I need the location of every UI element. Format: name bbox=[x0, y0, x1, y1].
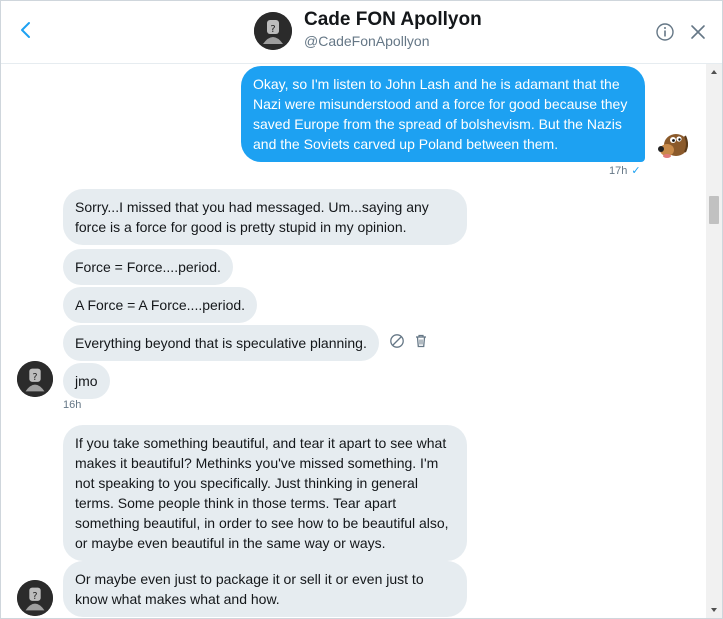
incoming-message[interactable]: Force = Force....period. bbox=[63, 249, 233, 285]
message-text: A Force = A Force....period. bbox=[75, 297, 246, 313]
my-avatar[interactable] bbox=[655, 126, 691, 162]
conversation-header: ? Cade FON Apollyon @CadeFonApollyon bbox=[1, 1, 722, 64]
conversation-handle: @CadeFonApollyon bbox=[304, 33, 430, 49]
timestamp-text: 16h bbox=[63, 399, 82, 411]
delete-message-button[interactable] bbox=[413, 333, 429, 349]
svg-text:?: ? bbox=[32, 591, 37, 602]
message-text: Sorry...I missed that you had messaged. … bbox=[75, 199, 429, 235]
scroll-down-button[interactable] bbox=[706, 602, 722, 618]
message-text: jmo bbox=[75, 373, 98, 389]
incoming-message[interactable]: jmo bbox=[63, 363, 110, 399]
caret-down-icon bbox=[711, 608, 717, 612]
hide-message-button[interactable] bbox=[389, 333, 405, 349]
avatar[interactable]: ? bbox=[254, 12, 292, 50]
scrollbar-thumb[interactable] bbox=[709, 196, 719, 224]
avatar[interactable]: ? bbox=[17, 361, 53, 397]
incoming-message[interactable]: Or maybe even just to package it or sell… bbox=[63, 561, 467, 617]
timestamp-text: 17h bbox=[609, 165, 628, 177]
back-button[interactable] bbox=[13, 17, 39, 43]
message-list: Okay, so I'm listen to John Lash and he … bbox=[1, 64, 704, 618]
incoming-message[interactable]: Sorry...I missed that you had messaged. … bbox=[63, 189, 467, 245]
message-text: Or maybe even just to package it or sell… bbox=[75, 571, 424, 607]
sent-check-icon: ✓ bbox=[631, 165, 641, 177]
info-button[interactable] bbox=[655, 22, 675, 42]
block-icon bbox=[390, 334, 404, 348]
incoming-message[interactable]: If you take something beautiful, and tea… bbox=[63, 425, 467, 561]
message-timestamp: 16h bbox=[63, 399, 81, 411]
close-button[interactable] bbox=[688, 22, 708, 42]
svg-text:?: ? bbox=[32, 372, 37, 383]
dm-conversation-window: ? Cade FON Apollyon @CadeFonApollyon Oka… bbox=[0, 0, 723, 619]
message-text: If you take something beautiful, and tea… bbox=[75, 435, 449, 551]
incoming-message[interactable]: Everything beyond that is speculative pl… bbox=[63, 325, 379, 361]
svg-text:?: ? bbox=[270, 24, 275, 35]
avatar[interactable]: ? bbox=[17, 580, 53, 616]
caret-up-icon bbox=[711, 70, 717, 74]
message-timestamp: 17h ✓ bbox=[609, 164, 641, 177]
chevron-left-icon bbox=[21, 22, 30, 38]
message-text: Okay, so I'm listen to John Lash and he … bbox=[253, 76, 628, 152]
scrollbar[interactable] bbox=[706, 64, 722, 618]
info-icon bbox=[656, 23, 674, 41]
message-text: Everything beyond that is speculative pl… bbox=[75, 335, 367, 351]
trash-icon bbox=[416, 334, 426, 348]
message-text: Force = Force....period. bbox=[75, 259, 221, 275]
scroll-up-button[interactable] bbox=[706, 64, 722, 80]
conversation-title: Cade FON Apollyon bbox=[304, 9, 482, 30]
close-icon bbox=[691, 25, 705, 39]
outgoing-message[interactable]: Okay, so I'm listen to John Lash and he … bbox=[241, 66, 645, 162]
incoming-message[interactable]: A Force = A Force....period. bbox=[63, 287, 258, 323]
